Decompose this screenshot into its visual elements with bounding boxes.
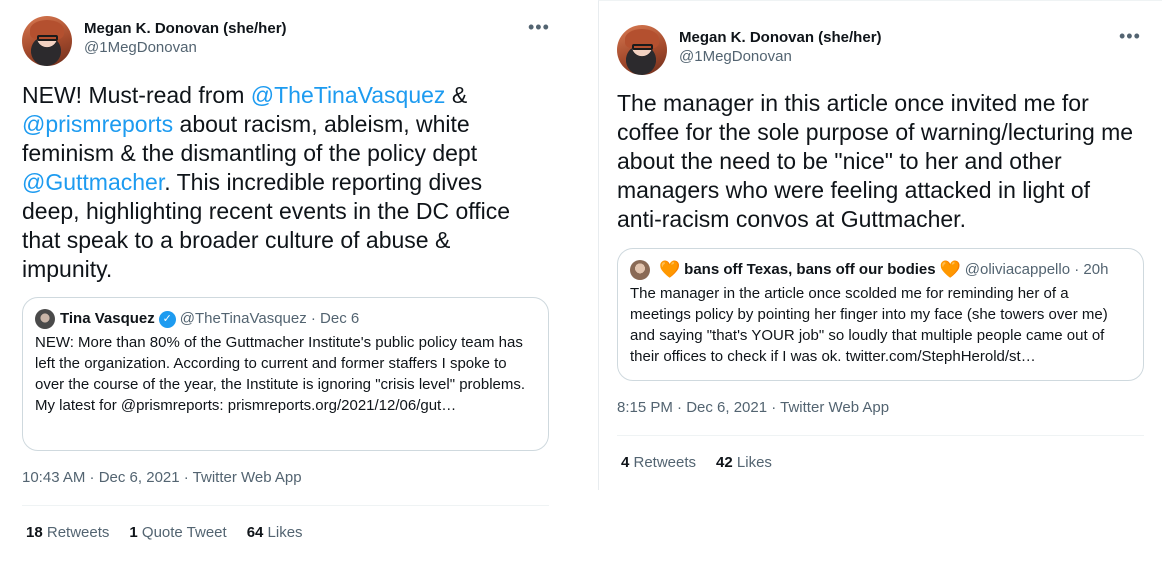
more-options-icon[interactable]: •••	[1119, 27, 1141, 45]
quoted-tweet[interactable]: Tina Vasquez ✓ @TheTinaVasquez · Dec 6 N…	[22, 297, 549, 451]
likes-count: 42	[716, 454, 733, 471]
quoted-text: NEW: More than 80% of the Guttmacher Ins…	[35, 334, 526, 414]
tweet-stats: 18 Retweets 1 Quote Tweet 64 Likes	[26, 524, 323, 541]
quoted-author-name: Tina Vasquez	[60, 310, 155, 327]
avatar[interactable]	[22, 16, 72, 66]
more-options-icon[interactable]: •••	[528, 18, 550, 36]
author-handle[interactable]: @1MegDonovan	[679, 47, 882, 67]
tweet-right: Megan K. Donovan (she/her) @1MegDonovan …	[598, 0, 1162, 490]
likes-stat[interactable]: 64 Likes	[247, 524, 303, 541]
retweets-label: Retweets	[42, 524, 110, 541]
quote-tweets-label: Quote Tweet	[137, 524, 227, 541]
text-part: NEW! Must-read from	[22, 82, 251, 108]
mention-link[interactable]: @TheTinaVasquez	[251, 82, 446, 108]
tweet-stats: 4 Retweets 42 Likes	[621, 454, 792, 471]
verified-badge-icon: ✓	[158, 310, 176, 328]
likes-label: Likes	[263, 524, 303, 541]
tweet-header: Megan K. Donovan (she/her) @1MegDonovan	[617, 25, 882, 75]
retweets-stat[interactable]: 4 Retweets	[621, 454, 696, 471]
mention-link[interactable]: @prismreports	[22, 111, 173, 137]
tweet-left: Megan K. Donovan (she/her) @1MegDonovan …	[0, 0, 570, 569]
retweets-label: Retweets	[629, 454, 697, 471]
quoted-meta: @TheTinaVasquez · Dec 6	[179, 310, 360, 327]
quoted-avatar	[630, 260, 650, 280]
retweets-stat[interactable]: 18 Retweets	[26, 524, 109, 541]
likes-stat[interactable]: 42 Likes	[716, 454, 772, 471]
likes-count: 64	[246, 524, 264, 541]
avatar[interactable]	[617, 25, 667, 75]
quoted-avatar	[35, 309, 55, 329]
tweet-timestamp[interactable]: 8:15 PM · Dec 6, 2021 · Twitter Web App	[617, 399, 889, 416]
tweet-header: Megan K. Donovan (she/her) @1MegDonovan	[22, 16, 287, 66]
quoted-text: The manager in the article once scolded …	[630, 285, 1108, 365]
quote-tweets-stat[interactable]: 1 Quote Tweet	[129, 524, 226, 541]
quoted-meta: @oliviacappello · 20h	[964, 261, 1109, 278]
tweet-text: NEW! Must-read from @TheTinaVasquez & @p…	[22, 81, 542, 284]
author-handle[interactable]: @1MegDonovan	[84, 38, 287, 58]
mention-link[interactable]: @Guttmacher	[22, 169, 164, 195]
divider	[617, 435, 1144, 436]
text-part: &	[445, 82, 468, 108]
quoted-author-name: bans off Texas, bans off our bodies	[684, 261, 936, 278]
tweet-text: The manager in this article once invited…	[617, 90, 1134, 232]
retweets-count: 18	[26, 524, 43, 541]
likes-label: Likes	[732, 454, 772, 471]
orange-heart-icon: 🧡	[659, 260, 681, 279]
tweet-timestamp[interactable]: 10:43 AM · Dec 6, 2021 · Twitter Web App	[22, 469, 302, 486]
author-name[interactable]: Megan K. Donovan (she/her)	[84, 19, 287, 38]
quoted-tweet[interactable]: 🧡 bans off Texas, bans off our bodies 🧡 …	[617, 248, 1144, 381]
divider	[22, 505, 549, 506]
orange-heart-icon: 🧡	[939, 260, 961, 279]
author-name[interactable]: Megan K. Donovan (she/her)	[679, 28, 882, 47]
quote-tweets-count: 1	[129, 524, 138, 541]
